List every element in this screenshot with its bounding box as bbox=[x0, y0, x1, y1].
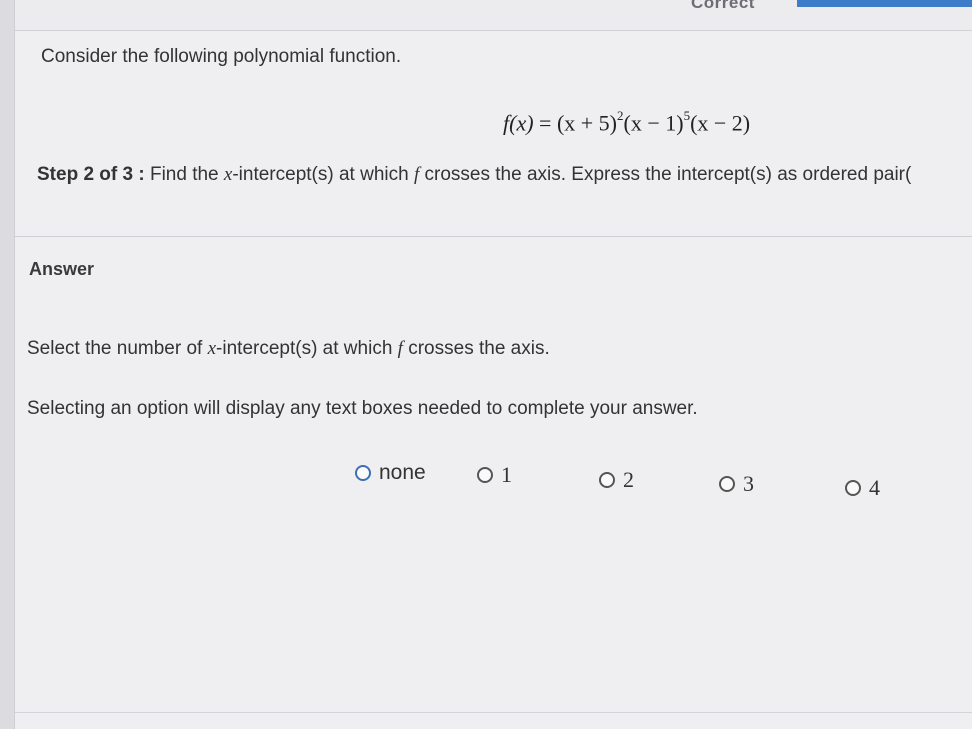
step-label: Step 2 of 3 : bbox=[37, 164, 145, 185]
formula-exp2: 5 bbox=[683, 108, 691, 123]
formula-lhs: f(x) bbox=[503, 110, 534, 136]
option-4[interactable]: 4 bbox=[845, 475, 880, 501]
bottom-divider bbox=[15, 712, 972, 713]
step-text-3: crosses the axis. Express the intercept(… bbox=[419, 164, 912, 185]
option-none[interactable]: none bbox=[355, 461, 426, 485]
step-instruction: Step 2 of 3 : Find the x-intercept(s) at… bbox=[37, 164, 911, 186]
option-label: 2 bbox=[623, 467, 634, 492]
formula-exp1: 2 bbox=[617, 108, 624, 123]
prompt-var: x bbox=[207, 338, 217, 359]
answer-prompt: Select the number of x-intercept(s) at w… bbox=[27, 338, 550, 360]
question-intro: Consider the following polynomial functi… bbox=[41, 46, 402, 67]
status-label: Correct bbox=[691, 0, 755, 12]
step-text-1: Find the bbox=[149, 164, 224, 185]
radio-icon[interactable] bbox=[477, 467, 493, 483]
step-text-2: -intercept(s) at which bbox=[232, 164, 414, 185]
radio-icon[interactable] bbox=[845, 480, 861, 496]
option-label: none bbox=[379, 461, 426, 484]
radio-icon[interactable] bbox=[719, 476, 735, 492]
radio-icon[interactable] bbox=[599, 472, 615, 488]
formula-factor2: (x − 1) bbox=[623, 110, 684, 136]
question-page: Correct Consider the following polynomia… bbox=[14, 0, 972, 729]
formula-factor3: (x − 2) bbox=[690, 110, 751, 136]
option-1[interactable]: 1 bbox=[477, 462, 512, 488]
option-2[interactable]: 2 bbox=[599, 467, 634, 493]
progress-accent-bar bbox=[797, 0, 972, 7]
answer-hint: Selecting an option will display any tex… bbox=[27, 398, 698, 419]
prompt-text-3: crosses the axis. bbox=[402, 338, 550, 359]
radio-icon[interactable] bbox=[355, 465, 371, 481]
option-label: 3 bbox=[743, 471, 754, 496]
formula-factor1: (x + 5) bbox=[556, 110, 618, 136]
formula-equals: = bbox=[539, 110, 552, 136]
option-label: 4 bbox=[869, 475, 880, 500]
answer-heading: Answer bbox=[29, 259, 95, 279]
option-3[interactable]: 3 bbox=[719, 471, 754, 497]
polynomial-formula: f(x) = (x + 5)2(x − 1)5(x − 2) bbox=[503, 108, 751, 136]
section-divider bbox=[15, 236, 972, 237]
top-bar: Correct bbox=[15, 0, 972, 31]
prompt-text-1: Select the number of bbox=[27, 338, 208, 359]
prompt-text-2: -intercept(s) at which bbox=[216, 338, 398, 359]
option-label: 1 bbox=[501, 462, 512, 487]
